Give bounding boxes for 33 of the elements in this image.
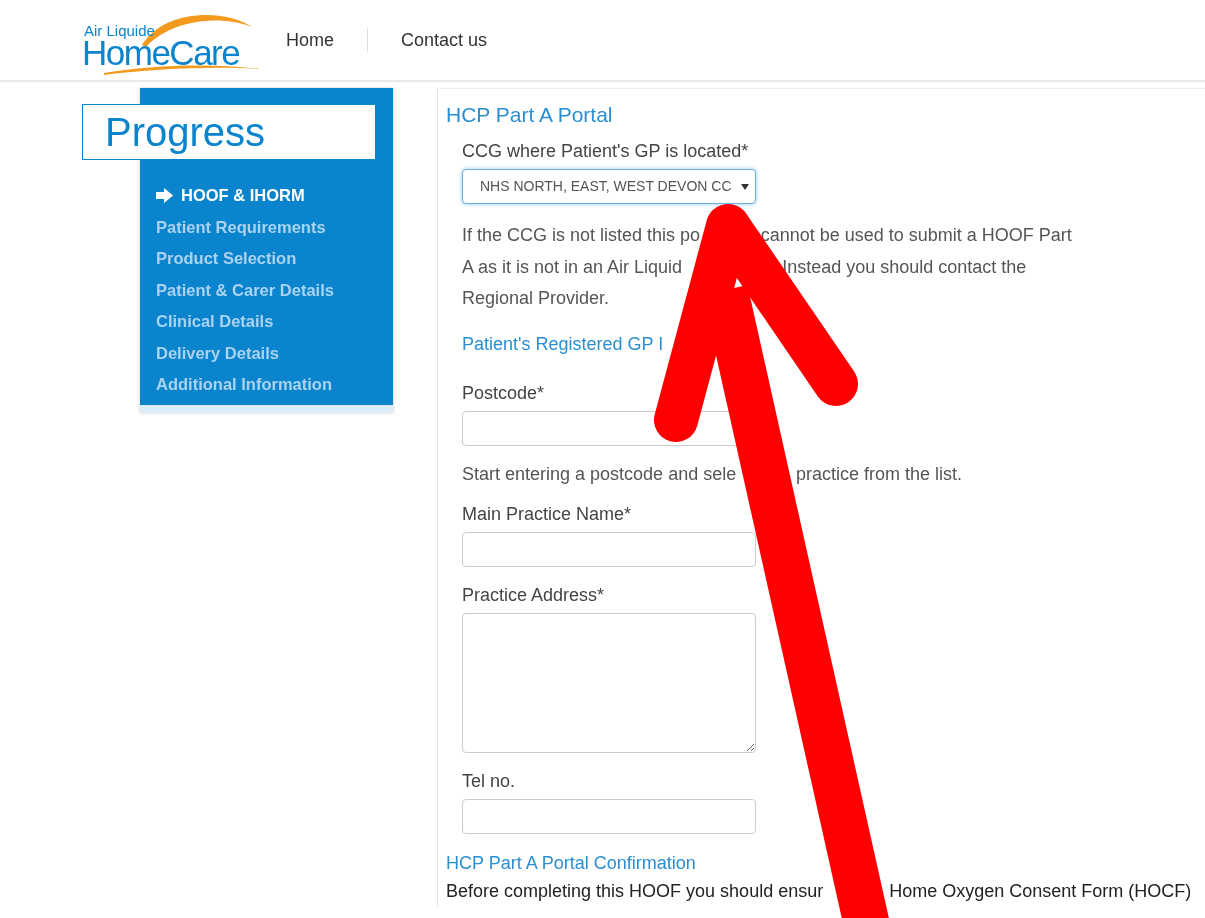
progress-step[interactable]: Clinical Details	[156, 306, 393, 338]
help-text: Instead you should contact the	[782, 255, 1027, 279]
field-label: Main Practice Name*	[462, 502, 633, 526]
field-label: Practice Address*	[462, 583, 606, 607]
progress-step[interactable]: Additional Information	[156, 369, 393, 401]
progress-title: Progress	[82, 104, 376, 160]
nav-link[interactable]: Contact us	[401, 26, 521, 54]
field-label: Tel no.	[462, 769, 517, 793]
progress-step[interactable]: HOOF & IHORM	[156, 180, 393, 212]
caret-icon	[741, 183, 749, 190]
help-text: Regional Provider.	[462, 287, 610, 310]
help-text: Start entering a postcode and sele	[462, 462, 737, 486]
input-field[interactable]	[462, 531, 756, 567]
ccg-dropdown[interactable]: NHS NORTH, EAST, WEST DEVON CC	[462, 169, 756, 204]
section-heading: Patient's Registered GP I	[462, 332, 665, 356]
field-label: CCG where Patient's GP is located*	[462, 140, 750, 163]
nav-link[interactable]: Home	[286, 26, 367, 54]
help-text: If the CCG is not listed this po	[462, 224, 701, 247]
input-field[interactable]	[462, 798, 756, 834]
help-text: practice from the list.	[796, 462, 963, 486]
section-heading: HCP Part A Portal Confirmation	[446, 851, 697, 875]
progress-step[interactable]: Patient & Carer Details	[156, 274, 393, 306]
progress-step[interactable]: Delivery Details	[156, 337, 393, 369]
help-text: cannot be used to submit a HOOF Part	[760, 224, 1072, 247]
form-title: HCP Part A Portal	[446, 102, 614, 128]
body-text: Before completing this HOOF you should ensur	[446, 879, 824, 903]
arrow-right-icon	[156, 188, 173, 204]
input-field[interactable]	[462, 612, 756, 753]
help-text: A as it is not in an Air Liquid	[462, 255, 683, 279]
progress-step[interactable]: Product Selection	[156, 243, 393, 275]
field-label: Postcode*	[462, 381, 546, 405]
body-text: Home Oxygen Consent Form (HOCF)	[889, 879, 1192, 903]
progress-step[interactable]: Patient Requirements	[156, 211, 393, 243]
